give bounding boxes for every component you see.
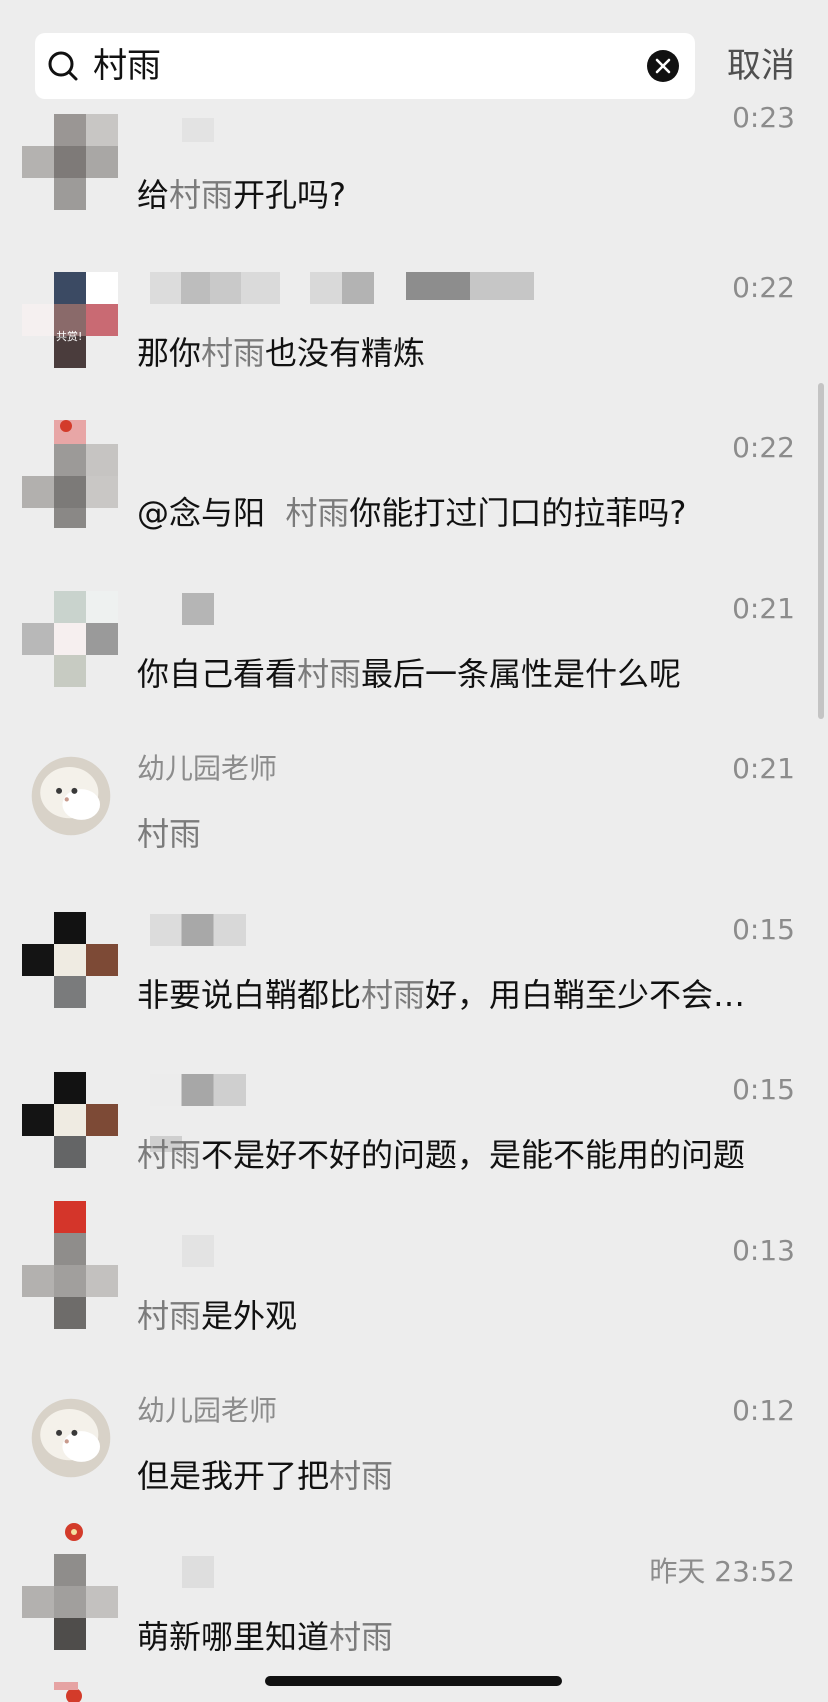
redacted-name (182, 118, 214, 142)
message-snippet: 村雨 (137, 811, 201, 857)
keyword-highlight: 村雨 (329, 1457, 394, 1495)
message-snippet: 村雨不是好不好的问题，是能不能用的问题 (137, 1136, 746, 1174)
redacted-name (182, 1235, 214, 1267)
scrollbar[interactable] (818, 383, 824, 719)
keyword-highlight: 村雨 (137, 815, 202, 853)
list-item[interactable]: 0:15 村雨不是好不好的问题，是能不能用的问题 (0, 1072, 828, 1232)
search-results-list: 0:23 给村雨开孔吗? 共赏! 0:22 那你村雨也没有精炼 0:22 @念与… (0, 0, 828, 1702)
redacted-name (182, 593, 214, 625)
redacted-name (150, 272, 280, 304)
avatar (22, 114, 118, 210)
message-time: 0:23 (732, 101, 795, 134)
sender-name: 幼儿园老师 (137, 1394, 278, 1427)
message-snippet: 萌新哪里知道村雨 (137, 1618, 394, 1656)
keyword-highlight: 村雨 (361, 976, 426, 1014)
message-time: 昨天 23:52 (649, 1555, 795, 1588)
avatar (22, 591, 118, 687)
message-snippet: 给村雨开孔吗? (137, 176, 347, 214)
avatar (31, 1398, 111, 1478)
home-indicator[interactable] (265, 1676, 562, 1686)
search-bar[interactable] (35, 33, 695, 99)
avatar (54, 1682, 82, 1702)
list-item[interactable]: 幼儿园老师 0:12 但是我开了把村雨 (0, 1393, 828, 1553)
keyword-highlight: 村雨 (137, 1297, 202, 1335)
clear-search-button[interactable] (647, 50, 679, 82)
list-item[interactable]: 0:23 给村雨开孔吗? (0, 101, 828, 288)
avatar (22, 420, 118, 528)
list-item[interactable]: 0:21 你自己看看村雨最后一条属性是什么呢 (0, 591, 828, 751)
keyword-highlight: 村雨 (137, 1136, 202, 1174)
message-time: 0:21 (732, 752, 795, 785)
avatar (22, 1523, 118, 1650)
message-snippet: @念与阳 村雨你能打过门口的拉菲吗? (137, 494, 687, 532)
cancel-button[interactable]: 取消 (727, 43, 795, 89)
keyword-highlight: 村雨 (297, 655, 362, 693)
redacted-name (150, 914, 246, 946)
search-input[interactable] (93, 33, 613, 99)
keyword-highlight: 村雨 (201, 334, 266, 372)
message-time: 0:21 (732, 592, 795, 625)
redacted-name (310, 272, 374, 304)
message-snippet: 那你村雨也没有精炼 (137, 334, 426, 372)
close-icon (655, 58, 671, 74)
message-snippet: 非要说白鞘都比村雨好，用白鞘至少不会自… (137, 976, 777, 1014)
keyword-highlight: 村雨 (285, 494, 350, 532)
svg-text:共赏!: 共赏! (56, 330, 82, 343)
message-time: 0:22 (732, 431, 795, 464)
message-time: 0:15 (732, 913, 795, 946)
message-time: 0:12 (732, 1394, 795, 1427)
message-snippet: 但是我开了把村雨 (137, 1457, 394, 1495)
avatar (22, 1201, 118, 1329)
keyword-highlight: 村雨 (329, 1618, 394, 1656)
search-icon (48, 51, 78, 81)
redacted-name (182, 1556, 214, 1588)
list-item[interactable]: 0:22 @念与阳 村雨你能打过门口的拉菲吗? (0, 420, 828, 590)
redacted-name (406, 272, 534, 300)
avatar: 共赏! (22, 272, 118, 368)
list-item[interactable]: 0:15 非要说白鞘都比村雨好，用白鞘至少不会自… (0, 912, 828, 1072)
message-time: 0:15 (732, 1073, 795, 1106)
keyword-highlight: 村雨 (169, 176, 234, 214)
list-item[interactable]: 0:13 村雨是外观 (0, 1201, 828, 1393)
message-snippet: 村雨是外观 (137, 1297, 298, 1335)
list-item[interactable]: 共赏! 0:22 那你村雨也没有精炼 (0, 270, 828, 430)
message-time: 0:13 (732, 1234, 795, 1267)
sender-name: 幼儿园老师 (137, 752, 278, 785)
avatar (22, 912, 118, 1008)
list-item[interactable]: 幼儿园老师 0:21 村雨 (0, 751, 828, 911)
message-time: 0:22 (732, 271, 795, 304)
redacted-name (150, 1074, 246, 1106)
avatar (31, 756, 111, 836)
avatar (22, 1072, 118, 1168)
message-snippet: 你自己看看村雨最后一条属性是什么呢 (137, 655, 682, 693)
